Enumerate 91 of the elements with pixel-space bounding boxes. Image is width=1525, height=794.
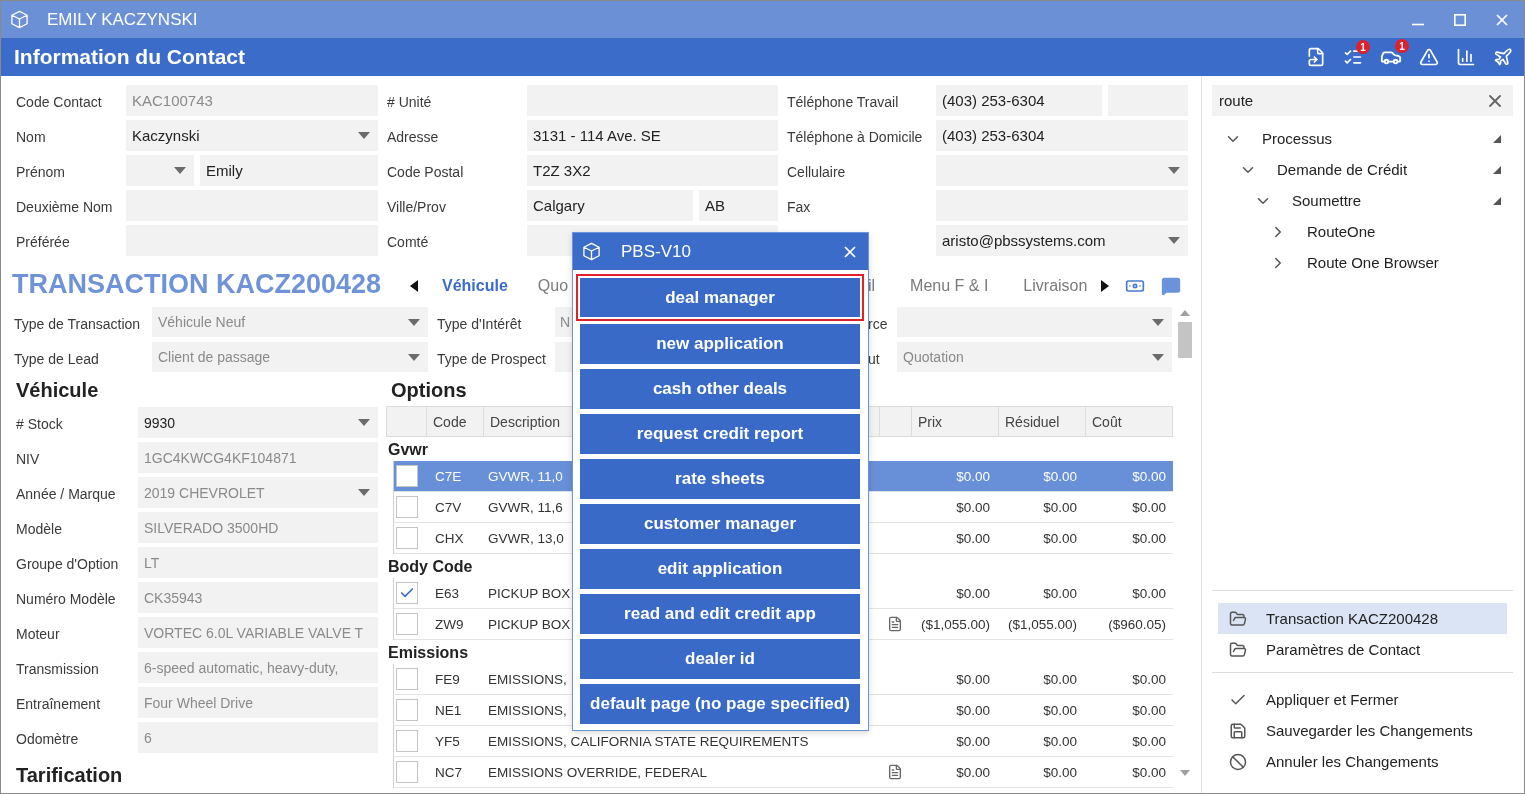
field-label: Téléphone Travail [787,93,899,110]
table-cell-text: ($960.05) [1108,616,1167,632]
field-label: Téléphone à Domicile [787,128,923,145]
dialog-title: PBS-V10 [621,241,691,262]
table-cell-text: $0.00 [956,733,991,749]
group-label: Gvwr [388,440,428,460]
field-label: Nom [16,128,46,145]
table-cell-text: $0.00 [956,671,991,687]
column-header: Prix [911,407,998,436]
table-cell-text: EMISSIONS, [487,702,567,718]
field-label: # Stock [16,415,63,432]
table-cell-text: $0.00 [956,702,991,718]
field-label: Deuxième Nom [16,198,113,215]
field-label: Odomètre [16,730,79,747]
field-label: Type de Transaction [14,314,141,332]
table-cell-text: $0.00 [1132,530,1167,546]
section-title: Options [390,378,467,403]
field-label: Code Contact [16,93,102,110]
field-label: Cellulaire [787,163,846,180]
table-cell-text: $0.00 [1043,499,1078,515]
field-label: Type de Lead [14,349,99,367]
field-label: Type d'Intérêt [437,314,522,332]
column-header: Code [426,407,483,436]
field-label: Type de Prospect [437,349,546,367]
notification-badge: 1 [1356,40,1370,54]
field-label: ut [868,349,880,367]
group-label: Body Code [388,557,473,577]
table-cell-text: ($1,055.00) [1007,616,1078,632]
section-title: Véhicule [16,378,99,403]
table-cell-text: NE1 [434,702,462,718]
field-label: Numéro Modèle [16,590,116,607]
table-cell-text: CHX [434,530,464,546]
table-cell-text: PICKUP BOX [487,616,571,632]
table-cell-text: $0.00 [1043,702,1078,718]
table-cell-text: $0.00 [1043,733,1078,749]
table-cell-text: $0.00 [1043,764,1078,780]
table-cell-text: $0.00 [1043,530,1078,546]
table-cell-text: $0.00 [1043,585,1078,601]
table-cell-text: $0.00 [1132,702,1167,718]
group-label: Emissions [388,643,469,663]
table-cell-text: $0.00 [1043,671,1078,687]
table-cell-text: ZW9 [434,616,464,632]
field-label: # Unité [387,93,432,110]
table-cell-text: $0.00 [1132,671,1167,687]
field-label: Préférée [16,233,70,250]
table-cell-text: $0.00 [956,764,991,780]
window-title: EMILY KACZYNSKI [47,9,198,30]
table-cell-text: $0.00 [956,499,991,515]
field-label: Prénom [16,163,66,180]
table-cell-text: NC7 [434,764,462,780]
table-cell-text: GVWR, 11,0 [487,468,563,484]
table-cell-text: $0.00 [1132,764,1167,780]
section-title: Tarification [16,763,123,788]
column-header: Coût [1085,407,1174,436]
field-label: Fax [787,198,811,215]
field-label: Moteur [16,625,60,642]
table-cell-text: $0.00 [1132,468,1167,484]
field-label: Année / Marque [16,485,116,502]
field-label: Ville/Prov [387,198,446,215]
table-cell-text: C7V [434,499,462,515]
column-header: Résiduel [998,407,1085,436]
field-label: Adresse [387,128,439,145]
table-cell-text: PICKUP BOX [487,585,571,601]
page-title: Information du Contact [14,45,245,69]
table-cell-text: EMISSIONS, [487,671,567,687]
table-cell-text: C7E [434,468,462,484]
transaction-title: TRANSACTION KACZ200428 [12,268,382,300]
field-label: rce [868,314,888,332]
table-cell-text: $0.00 [1132,585,1167,601]
table-cell-text: FE9 [434,671,460,687]
table-cell-text: EMISSIONS, CALIFORNIA STATE REQUIREMENTS [487,733,809,749]
field-label: Groupe d'Option [16,555,119,572]
table-cell-text: $0.00 [1132,499,1167,515]
table-cell-text: EMISSIONS OVERRIDE, FEDERAL [487,764,708,780]
table-cell-text: $0.00 [956,530,991,546]
table-cell-text: $0.00 [1043,468,1078,484]
field-label: Comté [387,233,429,250]
field-label: NIV [16,450,40,467]
table-cell-text: YF5 [434,733,460,749]
table-cell-text: ($1,055.00) [920,616,991,632]
notification-badge: 1 [1395,39,1409,53]
table-cell-text: $0.00 [956,468,991,484]
field-label: Transmission [16,660,99,677]
table-cell-text: E63 [434,585,460,601]
table-cell-text: $0.00 [956,585,991,601]
field-label: Code Postal [387,163,464,180]
table-cell-text: GVWR, 13,0 [487,530,564,546]
field-label: Entraînement [16,695,101,712]
field-label: Modèle [16,520,62,537]
table-cell-text: GVWR, 11,6 [487,499,563,515]
table-cell-text: $0.00 [1132,733,1167,749]
